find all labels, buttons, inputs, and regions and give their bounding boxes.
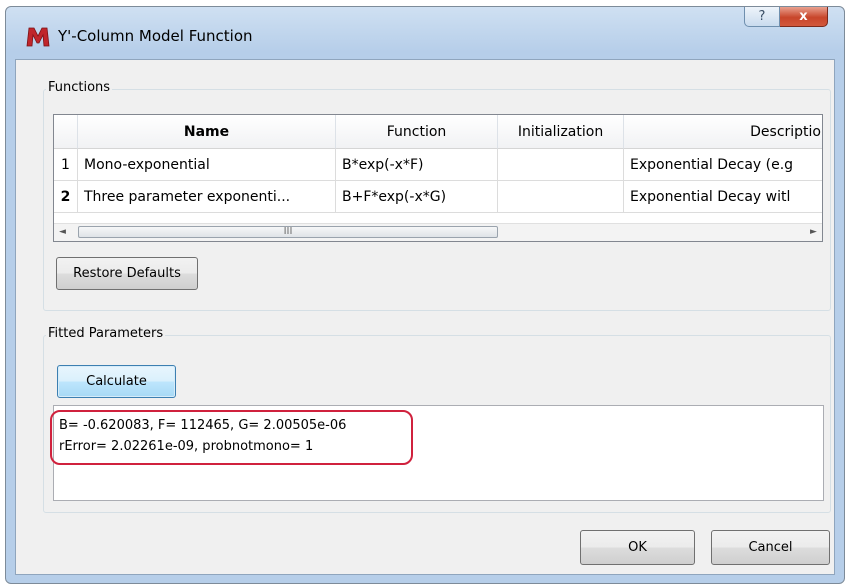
scrollbar-thumb[interactable]: III xyxy=(78,226,498,238)
row-number[interactable]: 1 xyxy=(54,149,78,181)
column-header-function[interactable]: Function xyxy=(336,115,498,149)
fitted-parameters-group-title: Fitted Parameters xyxy=(46,326,166,341)
app-logo-icon xyxy=(26,27,50,47)
horizontal-scrollbar[interactable]: ◄ III ► xyxy=(54,223,822,241)
close-button[interactable]: x xyxy=(780,7,828,27)
functions-group-title: Functions xyxy=(46,80,113,95)
table-cell-description[interactable]: Exponential Decay witl xyxy=(624,181,822,213)
cancel-button[interactable]: Cancel xyxy=(711,530,830,565)
dialog-window: Y'-Column Model Function ? x Functions F… xyxy=(5,6,845,584)
ok-button[interactable]: OK xyxy=(580,530,695,565)
calculate-button[interactable]: Calculate xyxy=(57,365,176,398)
table-cell-function[interactable]: B*exp(-x*F) xyxy=(336,149,498,181)
restore-defaults-button[interactable]: Restore Defaults xyxy=(56,257,198,290)
highlight-annotation xyxy=(50,410,413,465)
table-cell-name[interactable]: Mono-exponential xyxy=(78,149,336,181)
title-bar[interactable]: Y'-Column Model Function ? x xyxy=(6,7,844,59)
table-cell-description[interactable]: Exponential Decay (e.g xyxy=(624,149,822,181)
column-header-name[interactable]: Name xyxy=(78,115,336,149)
window-title: Y'-Column Model Function xyxy=(58,27,253,45)
table-cell-initialization[interactable] xyxy=(498,181,624,213)
table-cell-function[interactable]: B+F*exp(-x*G) xyxy=(336,181,498,213)
column-header-initialization[interactable]: Initialization xyxy=(498,115,624,149)
scroll-left-arrow-icon[interactable]: ◄ xyxy=(54,224,71,241)
table-corner[interactable] xyxy=(54,115,78,149)
column-header-description[interactable]: Descriptio xyxy=(624,115,822,149)
scroll-right-arrow-icon[interactable]: ► xyxy=(805,224,822,241)
functions-table[interactable]: Name Function Initialization Descriptio … xyxy=(53,114,823,242)
table-cell-name[interactable]: Three parameter exponenti... xyxy=(78,181,336,213)
table-cell-initialization[interactable] xyxy=(498,149,624,181)
row-number[interactable]: 2 xyxy=(54,181,78,213)
help-button[interactable]: ? xyxy=(744,7,780,27)
